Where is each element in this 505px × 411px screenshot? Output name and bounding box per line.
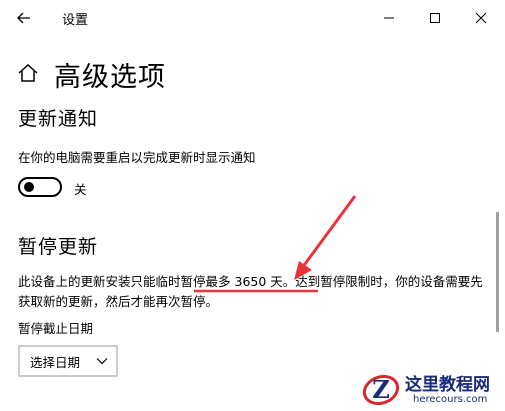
notifications-heading: 更新通知	[18, 108, 99, 130]
pause-description: 此设备上的更新安装只能临时暂停最多 3650 天。达到暂停限制时，你的设备需要先…	[18, 272, 493, 312]
close-icon	[475, 12, 487, 24]
svg-text:Z: Z	[372, 375, 390, 404]
pause-description-pre: 此设备上的更新安装只能临时	[18, 274, 181, 289]
notifications-toggle[interactable]	[18, 177, 62, 197]
watermark-url: herecours.com	[413, 394, 488, 405]
back-button[interactable]	[10, 6, 38, 30]
minimize-button[interactable]	[366, 0, 412, 36]
pause-date-select[interactable]: 选择日期	[18, 345, 118, 377]
toggle-knob	[24, 182, 34, 192]
watermark-name: 这里教程网	[405, 375, 490, 395]
toggle-state-label: 关	[74, 182, 87, 197]
maximize-button[interactable]	[412, 0, 458, 36]
annotation-arrow-shaft	[300, 195, 357, 269]
pause-description-highlight: 暂停最多 3650 天	[180, 274, 283, 289]
maximize-icon	[430, 13, 440, 23]
home-icon	[18, 63, 38, 82]
notifications-description: 在你的电脑需要重启以完成更新时显示通知	[18, 150, 256, 165]
title-bar: 设置	[0, 0, 505, 36]
scrollbar-thumb[interactable]	[496, 212, 499, 332]
pause-date-label: 暂停截止日期	[18, 321, 94, 336]
minimize-icon	[384, 17, 394, 19]
page-title: 高级选项	[54, 62, 166, 93]
watermark: Z 这里教程网 herecours.com	[355, 366, 505, 411]
window-title: 设置	[62, 13, 89, 28]
close-button[interactable]	[458, 0, 504, 36]
back-arrow-icon	[17, 12, 30, 24]
watermark-logo-icon: Z	[362, 374, 400, 406]
chevron-down-icon	[96, 358, 108, 365]
pause-heading: 暂停更新	[18, 236, 99, 258]
pause-date-select-value: 选择日期	[30, 354, 81, 370]
